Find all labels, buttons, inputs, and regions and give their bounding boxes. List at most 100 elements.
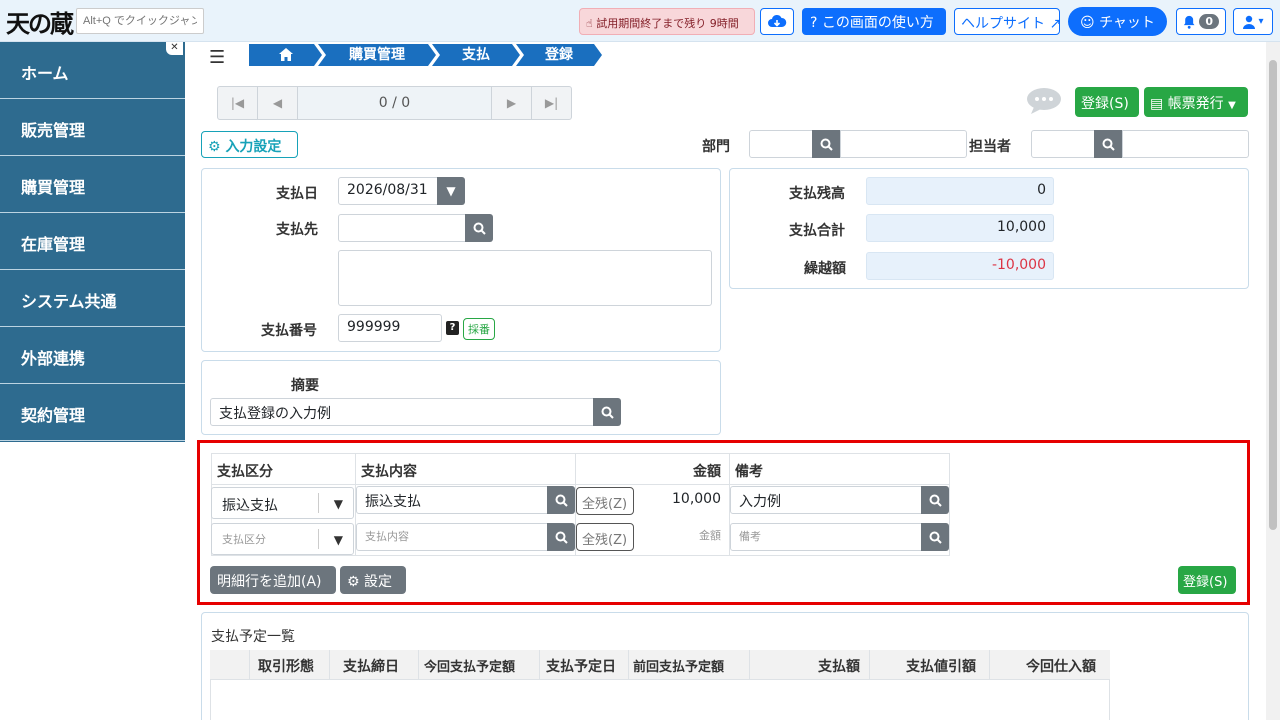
chat-button[interactable]: ☺ チャット: [1068, 7, 1167, 36]
report-issue-button[interactable]: ▤ 帳票発行 ▼: [1144, 87, 1248, 117]
department-code-input[interactable]: [749, 130, 813, 158]
schedule-title: 支払予定一覧: [211, 629, 295, 645]
question-icon[interactable]: ?: [446, 321, 459, 335]
schedule-col-planned-date[interactable]: 支払予定日: [546, 656, 616, 676]
sidebar-item-contracts[interactable]: 契約管理: [0, 384, 185, 441]
row1-amount-input[interactable]: 10,000: [634, 487, 729, 515]
input-settings-button[interactable]: ⚙ 入力設定: [201, 131, 298, 158]
quick-jump-input[interactable]: [76, 8, 204, 34]
breadcrumb-purchasing[interactable]: 購買管理: [318, 44, 436, 66]
balance-value: 0: [866, 177, 1054, 205]
staff-code-input[interactable]: [1031, 130, 1095, 158]
next-page-icon[interactable]: ▶: [491, 87, 531, 119]
col-divider: [329, 650, 330, 680]
search-icon: [1102, 138, 1115, 151]
howto-button[interactable]: ? この画面の使い方: [802, 8, 946, 35]
payee-search-button[interactable]: [465, 214, 493, 242]
sidebar-item-integration[interactable]: 外部連携: [0, 327, 185, 384]
payment-date-input[interactable]: 2026/08/31: [338, 177, 438, 205]
summary-input[interactable]: 支払登録の入力例: [210, 398, 594, 426]
row1-content-input[interactable]: 振込支払: [356, 486, 548, 514]
schedule-col-prev-planned-amount[interactable]: 前回支払予定額: [633, 656, 724, 675]
detail-settings-button[interactable]: ⚙ 設定: [340, 566, 406, 594]
row1-note-search-button[interactable]: [921, 486, 949, 514]
sidebar-item-sales[interactable]: 販売管理: [0, 99, 185, 156]
schedule-col-discount-amount[interactable]: 支払値引額: [906, 656, 976, 676]
scrollbar-thumb[interactable]: [1269, 60, 1277, 530]
sidebar-item-inventory[interactable]: 在庫管理: [0, 213, 185, 270]
payee-label: 支払先: [276, 222, 318, 238]
breadcrumb-register: 登録: [516, 44, 602, 66]
schedule-col-purchase-amount[interactable]: 今回仕入額: [1026, 656, 1096, 676]
search-icon: [555, 531, 568, 544]
notifications-button[interactable]: 0: [1176, 8, 1226, 35]
register-button-bottom[interactable]: 登録(S): [1178, 566, 1236, 594]
staff-label: 担当者: [969, 139, 1011, 155]
hand-pointer-icon: ☝: [586, 17, 593, 30]
row1-type-select[interactable]: 振込支払 ▼: [211, 487, 354, 519]
payee-details-textarea[interactable]: [338, 250, 712, 306]
schedule-col-planned-amount[interactable]: 今回支払予定額: [424, 656, 515, 675]
col-divider: [539, 650, 540, 680]
help-site-label: ヘルプサイト: [961, 16, 1045, 32]
breadcrumb-home[interactable]: [249, 44, 322, 66]
department-search-button[interactable]: [812, 130, 840, 158]
sidebar-item-home[interactable]: ホーム: [0, 42, 185, 99]
first-page-icon[interactable]: |◀: [218, 87, 258, 119]
hamburger-menu-icon[interactable]: ☰: [209, 47, 225, 68]
col-header-note: 備考: [735, 464, 763, 480]
prev-page-icon[interactable]: ◀: [258, 87, 298, 119]
row1-note-input[interactable]: 入力例: [730, 486, 922, 514]
app-logo[interactable]: 天の蔵: [6, 4, 74, 39]
summary-search-button[interactable]: [593, 398, 621, 426]
search-icon: [601, 406, 614, 419]
row1-zenzan-button[interactable]: 全残(Z): [576, 487, 634, 515]
department-name-display: [840, 130, 967, 158]
add-detail-row-button[interactable]: 明細行を追加(A): [210, 566, 336, 594]
help-site-button[interactable]: ヘルプサイト ↗: [954, 8, 1061, 35]
row2-amount-placeholder: 金額: [699, 529, 721, 542]
row2-content-search-button[interactable]: [547, 523, 575, 551]
select-divider: [318, 493, 319, 513]
search-icon: [473, 222, 486, 235]
staff-search-button[interactable]: [1094, 130, 1122, 158]
col-header-type: 支払区分: [217, 464, 273, 480]
schedule-col-trade-type[interactable]: 取引形態: [258, 656, 314, 676]
schedule-col-closing-date[interactable]: 支払締日: [343, 656, 399, 676]
record-counter: 0 / 0: [298, 87, 491, 119]
row2-content-placeholder: 支払内容: [365, 530, 409, 543]
comment-icon[interactable]: [1026, 87, 1062, 115]
gear-icon: ⚙: [347, 574, 360, 590]
row2-note-search-button[interactable]: [921, 523, 949, 551]
sidebar-item-purchasing[interactable]: 購買管理: [0, 156, 185, 213]
date-dropdown-button[interactable]: ▼: [437, 177, 465, 205]
row1-content-search-button[interactable]: [547, 486, 575, 514]
user-menu-button[interactable]: ▾: [1233, 8, 1273, 35]
caret-down-icon: ▼: [333, 533, 343, 547]
row2-amount-input[interactable]: 金額: [634, 523, 729, 551]
col-divider: [418, 650, 419, 680]
register-button-top[interactable]: 登録(S): [1075, 87, 1139, 117]
saiban-button[interactable]: 採番: [463, 318, 495, 340]
row2-type-select[interactable]: 支払区分 ▼: [211, 523, 354, 555]
payment-number-input[interactable]: 999999: [338, 314, 442, 342]
col-divider: [249, 650, 250, 680]
top-bar: 天の蔵 ☝ 試用期間終了まで残り 9時間 ? この画面の使い方 ヘルプサイト ↗…: [0, 0, 1280, 42]
last-page-icon[interactable]: ▶|: [531, 87, 571, 119]
caret-down-icon: ▼: [446, 184, 456, 198]
download-button[interactable]: [760, 8, 794, 35]
trial-notice[interactable]: ☝ 試用期間終了まで残り 9時間: [579, 8, 755, 35]
bell-icon: [1183, 15, 1195, 29]
payee-code-input[interactable]: [338, 214, 466, 242]
breadcrumb-payment[interactable]: 支払: [432, 44, 520, 66]
col-header-amount: 金額: [693, 464, 721, 480]
row2-content-input[interactable]: 支払内容: [356, 523, 548, 551]
pin-icon[interactable]: ✕: [166, 42, 183, 55]
chat-label: チャット: [1099, 15, 1155, 31]
row2-zenzan-button[interactable]: 全残(Z): [576, 523, 634, 551]
sidebar-item-system[interactable]: システム共通: [0, 270, 185, 327]
notification-count-badge: 0: [1199, 14, 1219, 29]
schedule-col-paid-amount[interactable]: 支払額: [818, 656, 860, 676]
col-divider: [749, 650, 750, 680]
row2-note-input[interactable]: 備考: [730, 523, 922, 551]
